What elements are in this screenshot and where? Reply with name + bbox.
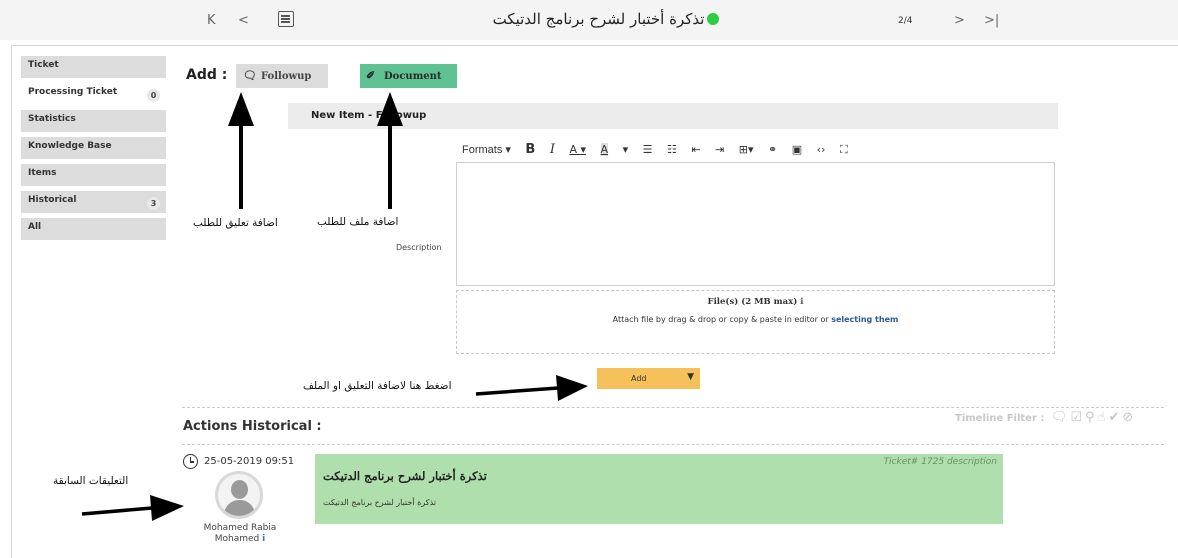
annotation-arrow	[81, 495, 184, 521]
annotation-arrow	[377, 92, 403, 209]
annotation-arrow	[228, 92, 254, 209]
annotation-arrows	[81, 92, 588, 521]
annotation-arrow	[475, 375, 588, 401]
